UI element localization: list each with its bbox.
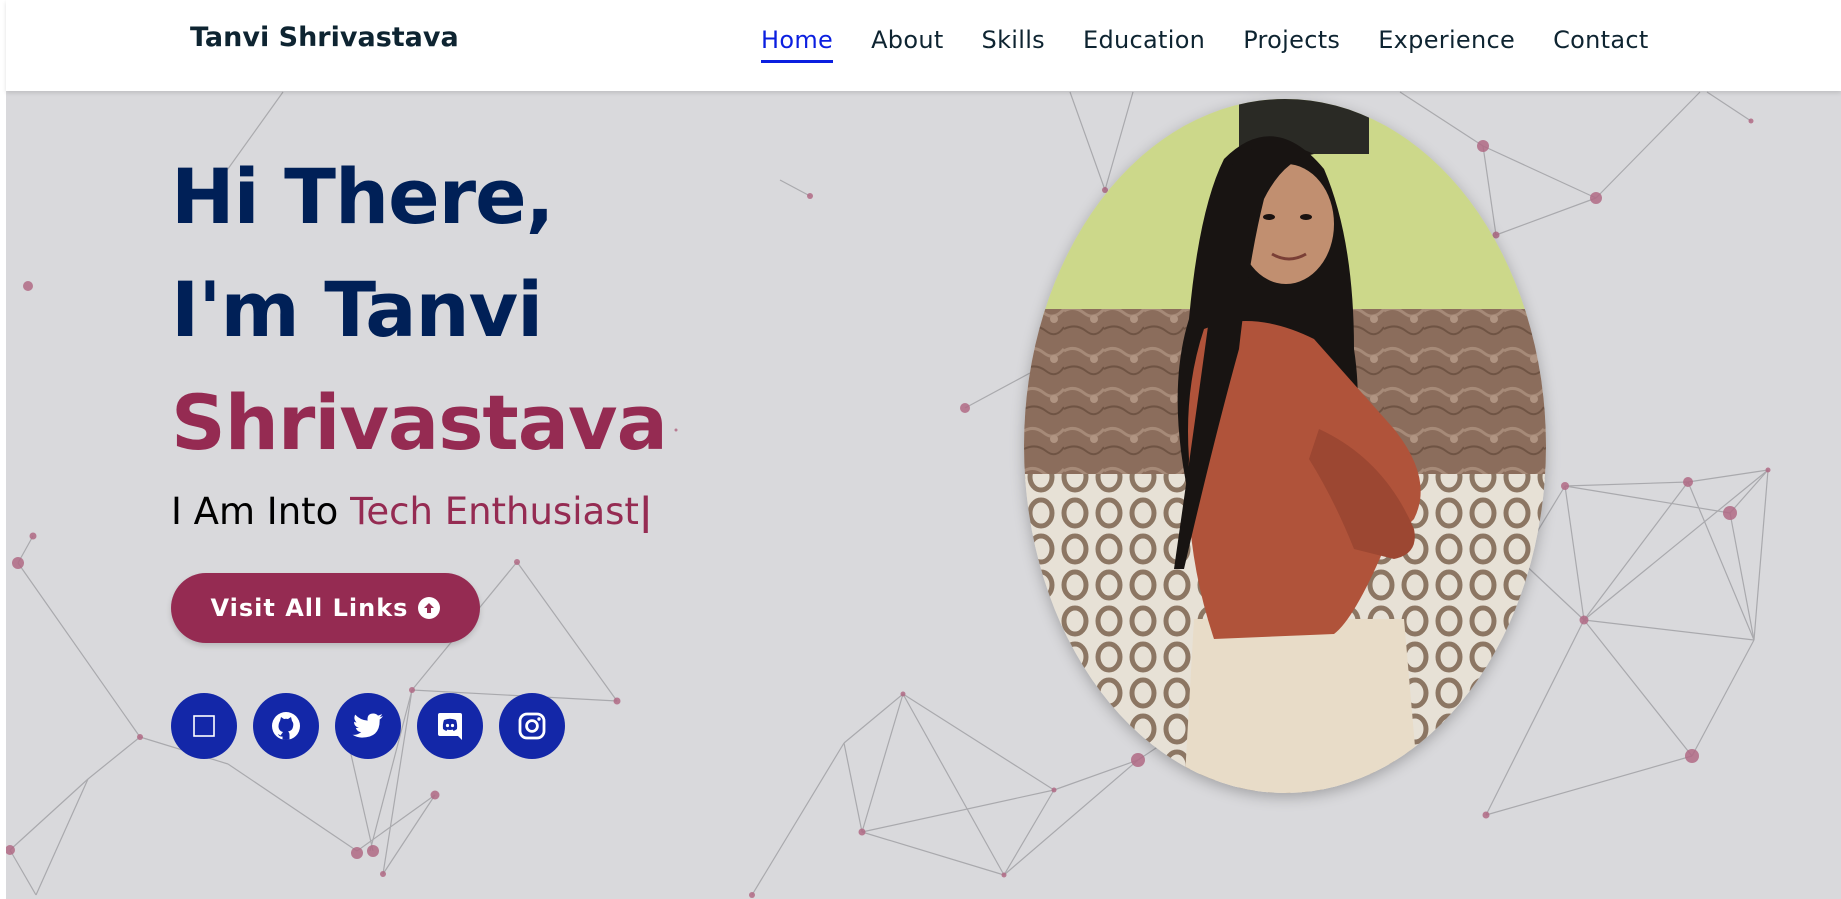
nav-home[interactable]: Home xyxy=(761,26,834,63)
typing-text: I Am Into Tech Enthusiast| xyxy=(171,490,652,533)
top-navbar: Tanvi Shrivastava Home About Skills Educ… xyxy=(6,0,1841,91)
visit-all-links-button[interactable]: Visit All Links xyxy=(171,573,480,643)
typing-cursor: | xyxy=(638,490,653,533)
brand-logo-text[interactable]: Tanvi Shrivastava xyxy=(190,22,459,53)
typing-role: Tech Enthusiast xyxy=(350,490,639,533)
github-icon xyxy=(270,710,302,742)
nav-skills[interactable]: Skills xyxy=(982,26,1045,63)
main-nav: Home About Skills Education Projects Exp… xyxy=(761,26,1649,74)
nav-contact[interactable]: Contact xyxy=(1553,26,1648,63)
hero-heading: Hi There, I'm Tanvi Shrivastava xyxy=(171,140,668,479)
nav-projects[interactable]: Projects xyxy=(1243,26,1340,63)
arrow-up-circle-icon xyxy=(418,597,441,619)
hero-name-accent: Shrivastava xyxy=(171,378,668,467)
profile-photo xyxy=(1024,99,1546,793)
nav-education[interactable]: Education xyxy=(1083,26,1205,63)
discord-link[interactable] xyxy=(417,693,483,759)
github-link[interactable] xyxy=(253,693,319,759)
social-links xyxy=(171,693,565,759)
linkedin-icon xyxy=(191,713,217,739)
twitter-link[interactable] xyxy=(335,693,401,759)
hero-heading-block: Hi There, I'm Tanvi Shrivastava xyxy=(171,140,668,479)
linkedin-link[interactable] xyxy=(171,693,237,759)
instagram-link[interactable] xyxy=(499,693,565,759)
greeting-line-2: I'm Tanvi xyxy=(171,265,543,354)
greeting-line-1: Hi There, xyxy=(171,152,555,241)
left-edge xyxy=(0,0,6,899)
nav-experience[interactable]: Experience xyxy=(1378,26,1515,63)
typing-prefix: I Am Into xyxy=(171,490,351,533)
visit-all-links-label: Visit All Links xyxy=(210,594,409,622)
instagram-icon xyxy=(518,712,546,740)
discord-icon xyxy=(435,711,465,741)
nav-about[interactable]: About xyxy=(871,26,943,63)
twitter-icon xyxy=(352,712,384,740)
